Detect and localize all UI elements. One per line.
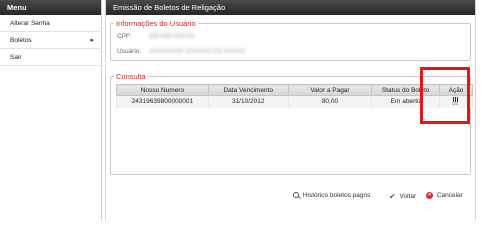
page-title: Emissão de Boletos de Religação (106, 0, 475, 15)
sidebar-item-label: Sair (10, 54, 22, 61)
sidebar-menu: Menu Alterar Senha Boletos ▸ Sair (0, 0, 102, 221)
sidebar-item-boletos[interactable]: Boletos ▸ (0, 32, 101, 49)
column-header: Nosso Numero (116, 84, 209, 96)
sidebar-item-sair[interactable]: Sair (0, 49, 101, 66)
voltar-label: Voltar (399, 193, 417, 201)
vencimento-cell: 31/10/2012 (207, 95, 289, 108)
chevron-right-icon: ▸ (90, 37, 94, 44)
sidebar-title: Menu (0, 0, 101, 15)
sidebar-item-label: Boletos (10, 37, 32, 44)
cancelar-label: Cancelar (436, 192, 463, 200)
user-label: Usuário: (117, 48, 142, 55)
check-icon: ✔ (389, 192, 396, 201)
user-value: XXXXXXXX XXXXXX XX XXXXX (149, 48, 246, 55)
historico-boletos-link[interactable]: Histórico boletos pagos (293, 192, 370, 199)
user-info-legend: Informações do Usuário (116, 19, 196, 28)
column-header: Valor a Pagar (287, 84, 373, 96)
column-header: Data Vencimento (207, 84, 289, 96)
valor-cell: 80,00 (287, 95, 373, 108)
user-info-section: Informações do Usuário CPF: 000.000.000-… (110, 19, 471, 61)
historico-label: Histórico boletos pagos (302, 192, 371, 199)
cancelar-button[interactable]: × Cancelar (426, 192, 463, 199)
sidebar-item-alterar-senha[interactable]: Alterar Senha (0, 15, 101, 32)
cancel-icon: × (426, 192, 433, 199)
cpf-value: 000.000.000-00 (149, 33, 195, 40)
sidebar-item-label: Alterar Senha (10, 20, 50, 27)
search-icon (293, 192, 299, 199)
nosso-numero-cell: 24319639800000001 (116, 95, 209, 108)
voltar-button[interactable]: ✔ Voltar (389, 192, 416, 201)
cpf-label: CPF: (117, 33, 132, 40)
highlight-box (420, 67, 470, 124)
consulta-legend: Consulta (116, 72, 146, 81)
